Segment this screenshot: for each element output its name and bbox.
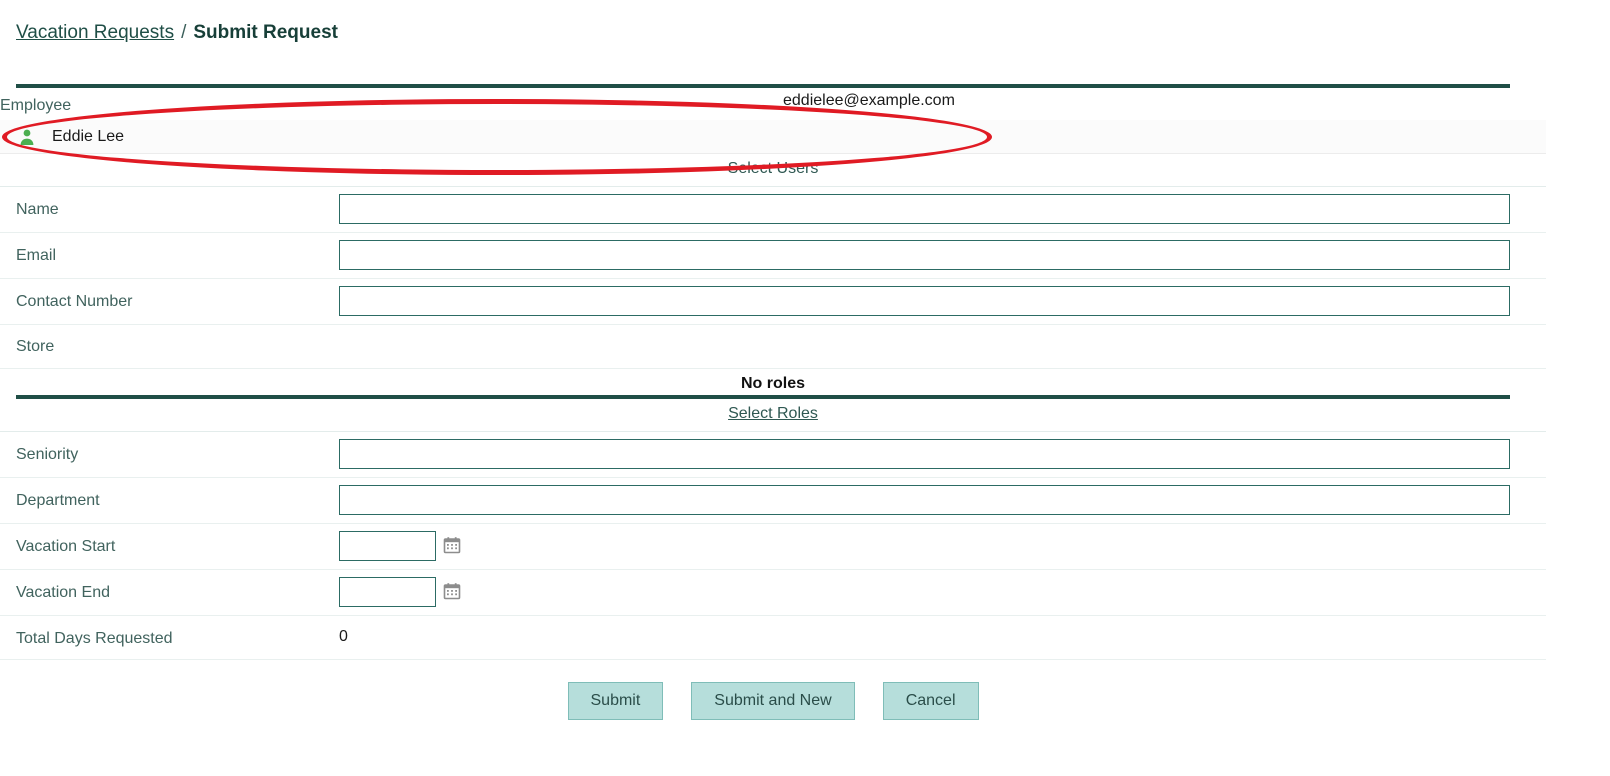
label-seniority: Seniority (16, 446, 79, 463)
label-email: Email (16, 247, 57, 264)
field-row-vacation-start: Vacation Start (0, 524, 1546, 570)
label-vacation-start: Vacation Start (16, 538, 116, 555)
total-days-requested-value: 0 (339, 628, 348, 645)
submit-and-new-button[interactable]: Submit and New (691, 682, 855, 720)
calendar-icon[interactable] (443, 582, 461, 600)
label-vacation-end: Vacation End (16, 584, 110, 601)
vacation-end-input[interactable] (339, 577, 436, 607)
select-roles-row: Select Roles (0, 399, 1546, 432)
field-row-seniority: Seniority (0, 432, 1546, 478)
field-row-contact-number: Contact Number (0, 279, 1546, 325)
select-users-link[interactable]: Select Users (728, 160, 819, 177)
field-row-total-days-requested: Total Days Requested 0 (0, 616, 1546, 660)
breadcrumb-current-submit-request: Submit Request (193, 22, 338, 43)
field-row-email: Email (0, 233, 1546, 279)
label-total-days-requested: Total Days Requested (16, 630, 173, 647)
cancel-button[interactable]: Cancel (882, 682, 979, 720)
breadcrumb: Vacation Requests / Submit Request (0, 0, 1610, 47)
field-row-name: Name (0, 187, 1546, 233)
person-icon (18, 128, 36, 146)
form-action-bar: Submit Submit and New Cancel (0, 660, 1546, 720)
name-input[interactable] (339, 194, 1510, 224)
no-roles-row: No roles (0, 369, 1546, 395)
seniority-input[interactable] (339, 439, 1510, 469)
no-roles-text: No roles (740, 375, 805, 392)
contact-number-input[interactable] (339, 286, 1510, 316)
label-name: Name (16, 201, 59, 218)
form-sheet: Employee Eddie Lee eddielee@example.com … (0, 84, 1610, 720)
label-contact-number: Contact Number (16, 293, 133, 310)
label-department: Department (16, 492, 100, 509)
calendar-icon[interactable] (443, 536, 461, 554)
breadcrumb-separator: / (181, 22, 187, 43)
select-users-row: Select Users (0, 154, 1546, 187)
field-row-store: Store (0, 325, 1546, 369)
submit-button[interactable]: Submit (567, 682, 664, 720)
field-row-department: Department (0, 478, 1546, 524)
vacation-start-input[interactable] (339, 531, 436, 561)
select-roles-link[interactable]: Select Roles (728, 405, 818, 422)
breadcrumb-link-vacation-requests[interactable]: Vacation Requests (16, 22, 174, 43)
employee-label: Employee (0, 97, 72, 114)
field-row-vacation-end: Vacation End (0, 570, 1546, 616)
department-input[interactable] (339, 485, 1510, 515)
employee-email: eddielee@example.com (783, 92, 955, 109)
employee-name: Eddie Lee (52, 127, 125, 145)
employee-selected-row[interactable]: Eddie Lee eddielee@example.com (0, 92, 1546, 154)
email-input[interactable] (339, 240, 1510, 270)
label-store: Store (16, 338, 55, 355)
